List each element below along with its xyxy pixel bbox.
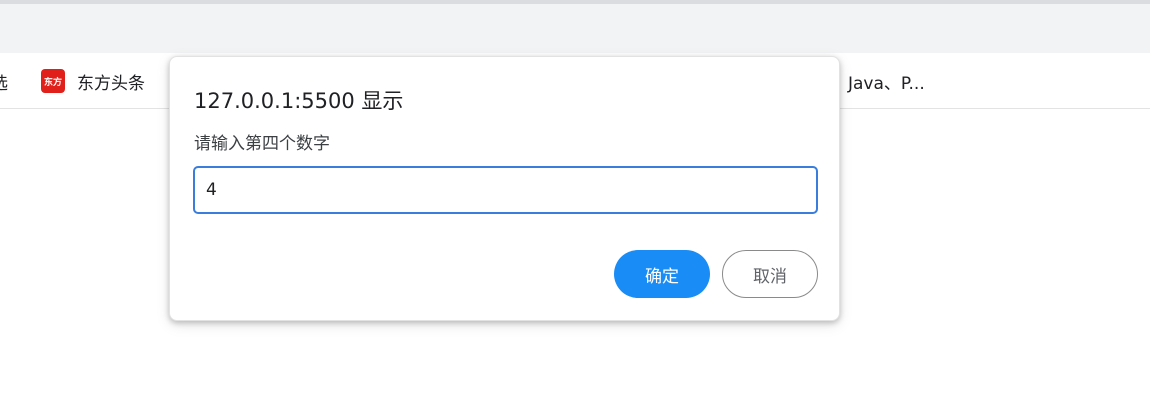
cancel-button[interactable]: 取消: [722, 250, 818, 298]
dialog-title: 127.0.0.1:5500 显示: [194, 89, 404, 113]
bookmark-label: 选: [0, 69, 8, 94]
prompt-dialog: 127.0.0.1:5500 显示 请输入第四个数字 确定 取消: [169, 56, 840, 321]
bookmark-item[interactable]: 选: [0, 53, 8, 109]
prompt-input[interactable]: [193, 166, 818, 214]
dongfang-logo-icon: 东方: [41, 69, 65, 93]
browser-toolbar: [0, 4, 1150, 53]
ok-button[interactable]: 确定: [614, 250, 710, 298]
bookmark-item-java[interactable]: Java、P...: [848, 53, 925, 109]
bookmark-label: 东方头条: [77, 73, 145, 94]
dialog-message: 请输入第四个数字: [194, 134, 330, 154]
bookmark-item-dongfang[interactable]: 东方 东方头条: [41, 53, 145, 109]
bookmark-label: Java、P...: [848, 73, 925, 94]
